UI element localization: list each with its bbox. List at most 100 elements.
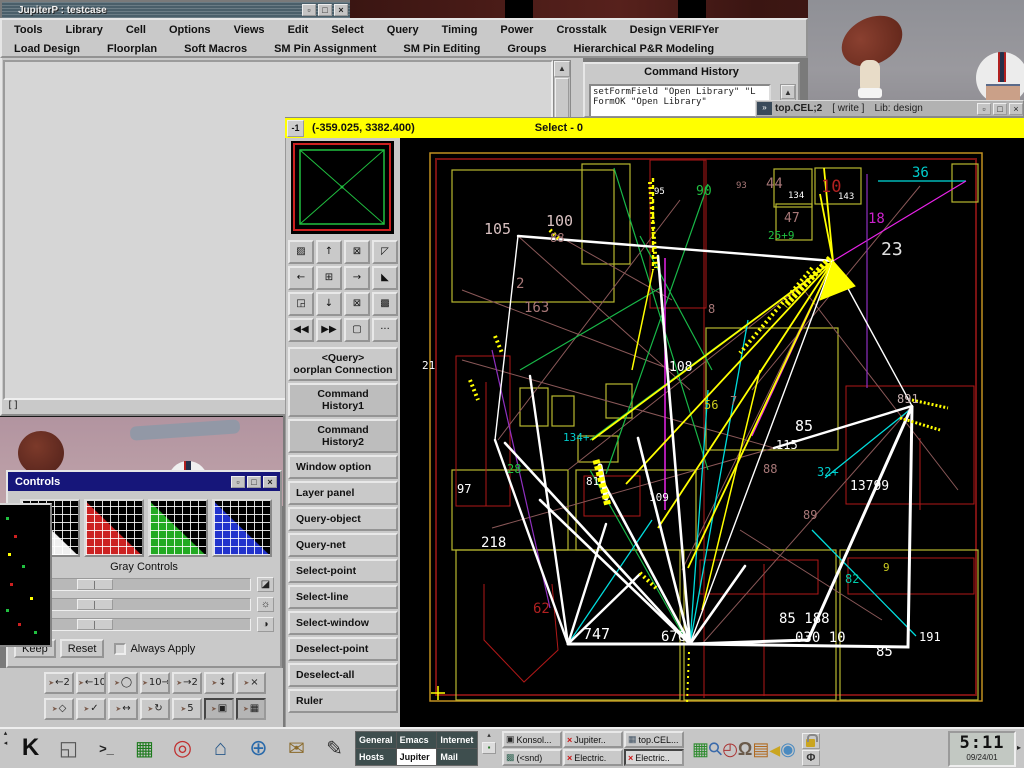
konsole-icon[interactable]: >_ — [88, 730, 125, 766]
layout-window-titlebar[interactable]: » top.CEL;2 [ write ] Lib: design ▫ □ × — [755, 100, 1024, 117]
pager-up-icon[interactable]: ▴ — [487, 732, 491, 739]
side-tool-button[interactable]: Deselect-all — [288, 663, 398, 687]
browser-icon[interactable]: ⊕ — [240, 730, 277, 766]
side-tool-button[interactable]: Layer panel — [288, 481, 398, 505]
pager-cell[interactable]: General — [356, 732, 396, 748]
mouse-tool-button[interactable]: ▦ — [236, 698, 266, 720]
side-tool-button[interactable]: Select-window — [288, 611, 398, 635]
nav-button[interactable]: ⊠ — [344, 240, 370, 264]
mouse-tool-button[interactable]: × — [236, 672, 266, 694]
nav-button[interactable]: ◸ — [372, 240, 398, 264]
menu-item[interactable]: Select — [331, 24, 363, 36]
nav-button[interactable]: ↑ — [316, 240, 342, 264]
overview-navigator[interactable] — [291, 141, 394, 234]
always-apply-checkbox[interactable] — [114, 643, 126, 655]
blue-gradient-swatch[interactable] — [212, 499, 272, 557]
nav-button[interactable]: ↓ — [316, 292, 342, 316]
mouse-tool-button[interactable]: ↔ — [108, 698, 138, 720]
contrast-slider[interactable] — [22, 618, 251, 631]
nav-button[interactable]: → — [344, 266, 370, 290]
menu-item[interactable]: Library — [66, 24, 103, 36]
nav-button[interactable]: ▢ — [344, 318, 370, 342]
green-gradient-swatch[interactable] — [148, 499, 208, 557]
mouse-tool-button[interactable]: 5 — [172, 698, 202, 720]
mouse-tool-button[interactable]: ↕ — [204, 672, 234, 694]
nav-button[interactable]: ▶▶ — [316, 318, 342, 342]
editor-icon[interactable]: ✎ — [316, 730, 353, 766]
toolbar-item[interactable]: SM Pin Editing — [403, 43, 480, 55]
close-button[interactable]: × — [334, 4, 348, 16]
scroll-up-icon[interactable]: ▲ — [554, 61, 570, 77]
kmenu-icon[interactable]: K — [12, 730, 49, 766]
pager-cell[interactable]: Jupiter — [397, 749, 437, 765]
maximize-button[interactable]: □ — [318, 4, 332, 16]
mouse-tool-button[interactable]: ▣ — [204, 698, 234, 720]
mouse-tool-button[interactable]: ←2 — [44, 672, 74, 694]
mouse-tool-button[interactable]: ↻ — [140, 698, 170, 720]
toolbar-item[interactable]: Hierarchical P&R Modeling — [574, 43, 715, 55]
close-button[interactable]: × — [1009, 103, 1023, 115]
gnu-icon[interactable]: Ω — [738, 740, 752, 758]
side-tool-button[interactable]: Command History1 — [288, 383, 398, 417]
close-button[interactable]: × — [263, 476, 277, 488]
menu-item[interactable]: Crosstalk — [556, 24, 606, 36]
side-tool-button[interactable]: Deselect-point — [288, 637, 398, 661]
help-icon[interactable]: ◎ — [164, 730, 201, 766]
panel-left-icon[interactable]: ◂ — [4, 740, 8, 747]
klipper-icon[interactable]: ▤ — [752, 740, 769, 758]
layout-canvas[interactable]: 10510088216395909344134143104725+9182336… — [400, 138, 1024, 727]
gamma-slider[interactable] — [22, 578, 251, 591]
maximize-button[interactable]: □ — [993, 103, 1007, 115]
panel-right-icon[interactable]: ▸ — [1017, 743, 1021, 752]
slider-thumb[interactable] — [77, 579, 113, 590]
menu-item[interactable]: Options — [169, 24, 211, 36]
mouse-tool-button[interactable]: ✓ — [76, 698, 106, 720]
controls-titlebar[interactable]: Controls ▫ □ × — [8, 472, 280, 491]
brightness-slider[interactable] — [22, 598, 251, 611]
menu-item[interactable]: Cell — [126, 24, 146, 36]
nav-button[interactable]: ⊠ — [344, 292, 370, 316]
nav-button[interactable]: ◀◀ — [288, 318, 314, 342]
toolbar-item[interactable]: Groups — [507, 43, 546, 55]
pager-cell[interactable]: Internet — [437, 732, 477, 748]
taskbar-window-button[interactable]: ▩ (<snd) — [502, 749, 562, 766]
side-tool-button[interactable]: Ruler — [288, 689, 398, 713]
panel-up-icon[interactable]: ▴ — [4, 730, 8, 737]
mail-icon[interactable]: ✉ — [278, 730, 315, 766]
side-tool-button[interactable]: Select-line — [288, 585, 398, 609]
show-desktop-icon[interactable]: ◱ — [50, 730, 87, 766]
menu-item[interactable]: Timing — [442, 24, 478, 36]
pager-cell[interactable]: Hosts — [356, 749, 396, 765]
mouse-tool-button[interactable]: 10→ — [140, 672, 170, 694]
menu-item[interactable]: Power — [500, 24, 533, 36]
maximize-button[interactable]: □ — [247, 476, 261, 488]
taskbar-clock[interactable]: 5:11 09/24/01 — [948, 731, 1016, 767]
jupiter-window-titlebar[interactable]: JupiterP : testcase ▫ □ × — [2, 2, 350, 18]
minimize-button[interactable]: ▫ — [302, 4, 316, 16]
nav-button[interactable]: ← — [288, 266, 314, 290]
side-tool-button[interactable]: Select-point — [288, 559, 398, 583]
menu-item[interactable]: Query — [387, 24, 419, 36]
mouse-tool-button[interactable]: ◇ — [44, 698, 74, 720]
pager-cell[interactable]: Mail — [437, 749, 477, 765]
cdrom-icon[interactable]: ◉ — [780, 740, 796, 758]
nav-button[interactable]: ⊞ — [316, 266, 342, 290]
menu-item[interactable]: Design VERIFYer — [630, 24, 719, 36]
mouse-tool-button[interactable]: ←10 — [76, 672, 106, 694]
pager-scroll[interactable]: ▴ ▪ — [480, 731, 498, 766]
volume-icon[interactable]: ◀ — [769, 743, 780, 757]
taskbar-window-button[interactable]: × Electric.. — [624, 749, 684, 766]
menu-item[interactable]: Views — [234, 24, 265, 36]
minimize-button[interactable]: ▫ — [977, 103, 991, 115]
nav-button[interactable]: ◲ — [288, 292, 314, 316]
taskbar-window-button[interactable]: × Electric. — [563, 749, 623, 766]
toolbar-item[interactable]: Soft Macros — [184, 43, 247, 55]
side-tool-button[interactable]: Command History2 — [288, 419, 398, 453]
mouse-tool-button[interactable]: →2 — [172, 672, 202, 694]
nav-button[interactable]: ▨ — [288, 240, 314, 264]
system-monitor-icon[interactable]: ▦ — [126, 730, 163, 766]
side-tool-button[interactable]: Query-object — [288, 507, 398, 531]
taskbar-window-button[interactable]: ▣ Konsol... — [502, 731, 562, 748]
mini-monitor-icon[interactable]: ▪ — [482, 742, 496, 754]
mouse-tool-button[interactable]: ◯ — [108, 672, 138, 694]
